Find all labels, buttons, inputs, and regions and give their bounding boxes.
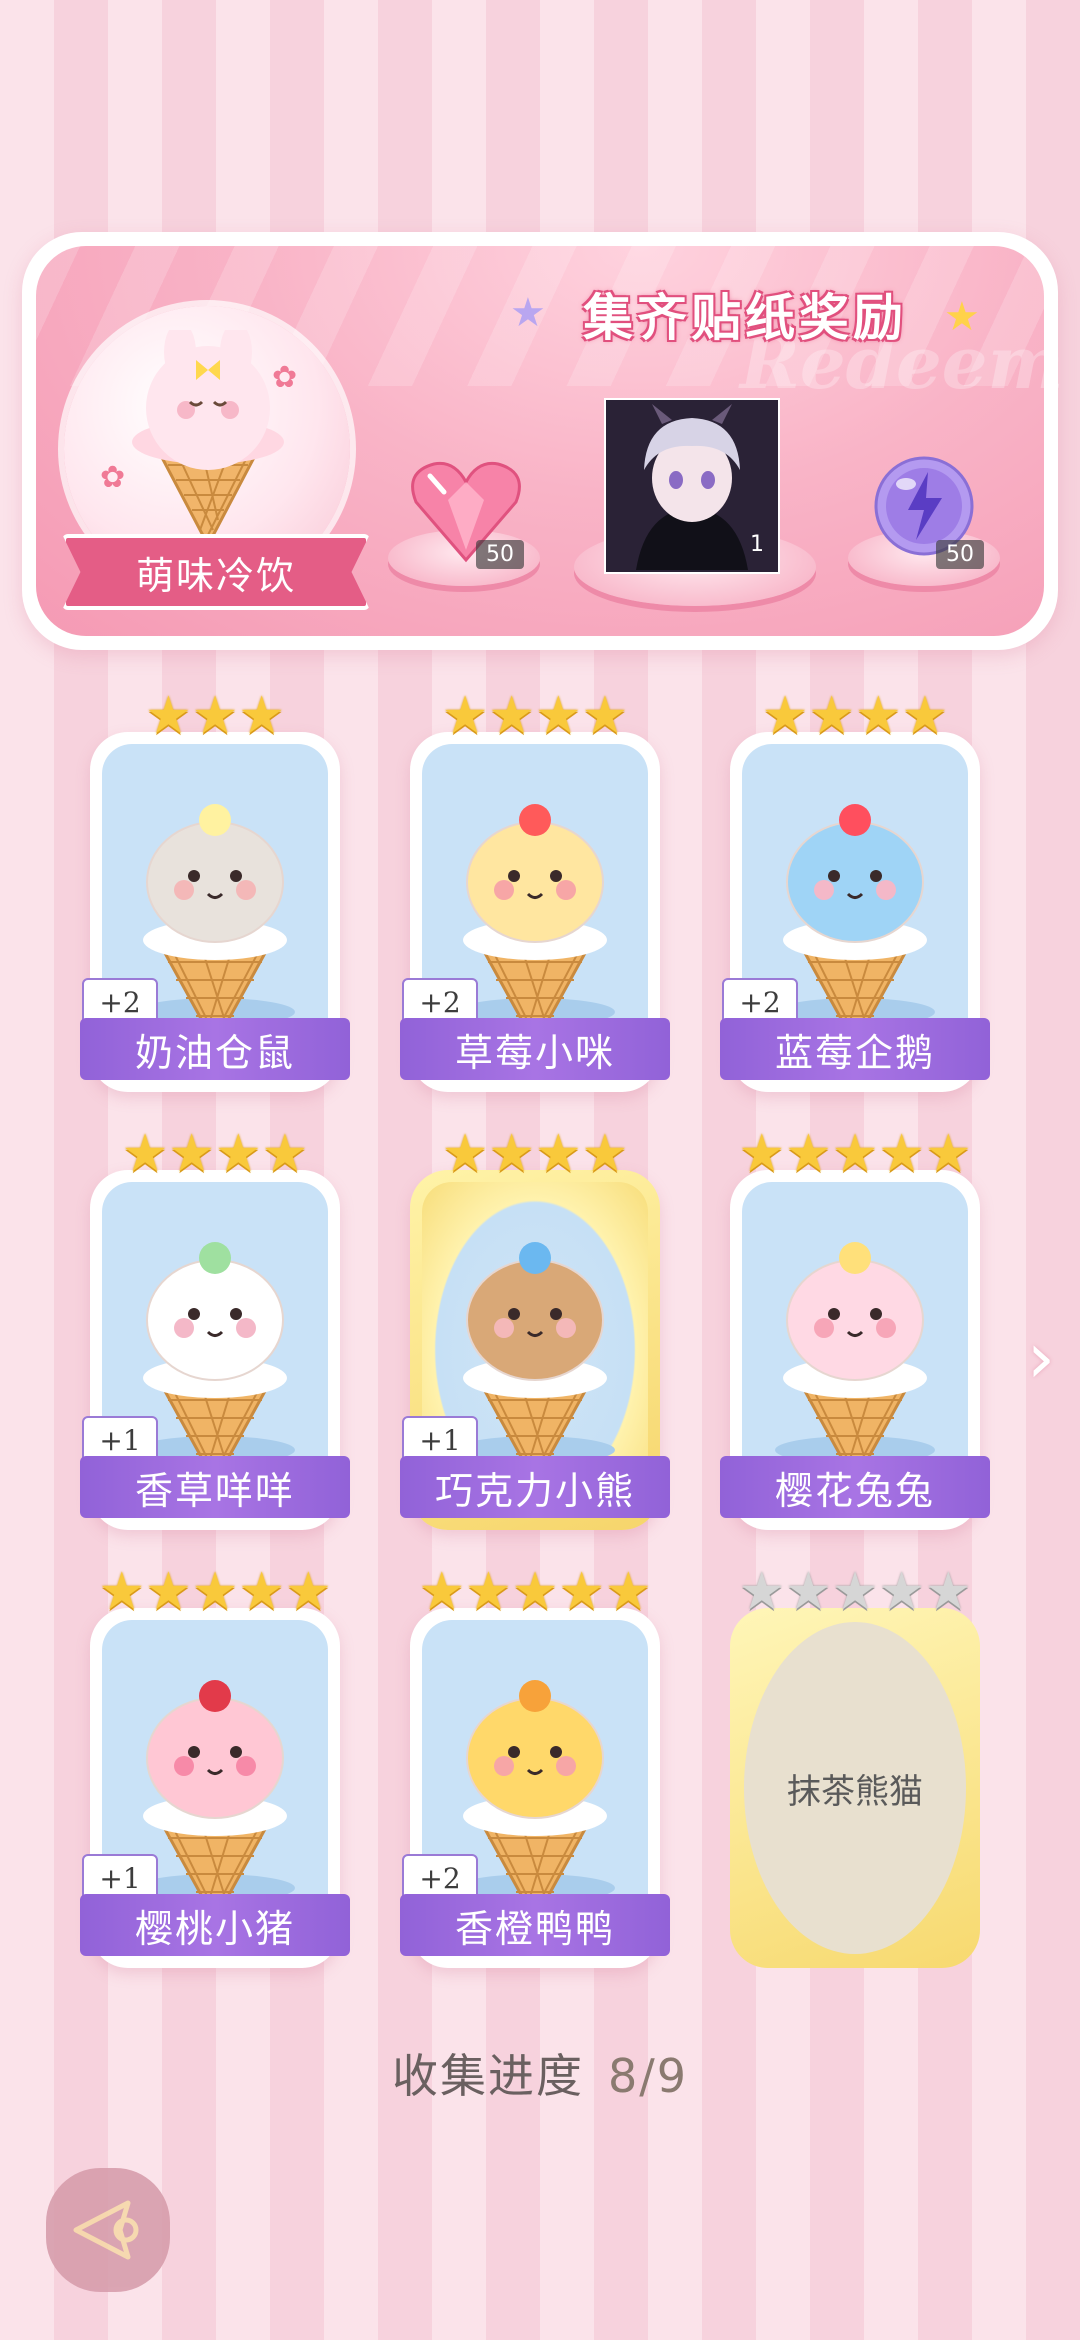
locked-slot: 抹茶熊猫 [744, 1622, 966, 1954]
card-name-bar: 草莓小咪 [400, 1018, 670, 1080]
card-stars: ★ ★ ★ ★ ★ [418, 1566, 651, 1618]
reward-count: 1 [750, 532, 764, 557]
star-icon: ★ [441, 686, 489, 746]
card-stars: ★ ★ ★ ★ ★ [738, 1128, 971, 1180]
card-name-bar: 蓝莓企鹅 [720, 1018, 990, 1080]
star-icon: ★ [284, 1562, 332, 1622]
card-stars: ★ ★ ★ ★ [442, 690, 629, 742]
card-name-bar: 巧克力小熊 [400, 1456, 670, 1518]
card-stars: ★ ★ ★ ★ ★ [738, 1566, 971, 1618]
card-stars: ★ ★ ★ [145, 690, 285, 742]
star-icon: ★ [604, 1562, 652, 1622]
star-icon: ★ [168, 1124, 215, 1184]
star-icon: ★ [238, 686, 285, 746]
progress-value: 8/9 [607, 2049, 689, 2103]
star-icon: ★ [831, 1562, 879, 1622]
card-name-bar: 香橙鸭鸭 [400, 1894, 670, 1956]
sticker-card[interactable]: ★ ★ ★ ★ +1 香草咩咩 [80, 1128, 350, 1530]
star-icon: ★ [418, 1562, 466, 1622]
bunny-icecream-icon [132, 330, 284, 549]
star-icon: ★ [215, 1124, 262, 1184]
flower-icon: ✿ [272, 360, 298, 395]
star-icon: ★ [98, 1562, 146, 1622]
card-stars: ★ ★ ★ ★ ★ [98, 1566, 331, 1618]
progress-label: 收集进度 [391, 2049, 584, 2103]
star-icon: ★ [581, 1124, 629, 1184]
star-icon: ★ [878, 1124, 925, 1184]
star-icon: ★ [488, 1124, 535, 1184]
next-page-arrow[interactable]: › [1016, 1317, 1066, 1399]
star-icon: ★ [924, 1562, 972, 1622]
card-name: 香橙鸭鸭 [454, 1906, 615, 1951]
card-name: 抹茶熊猫 [787, 1771, 923, 1812]
sticker-card[interactable]: ★ ★ ★ ★ ★ 樱花兔兔 [720, 1128, 990, 1530]
card-name-bar: 香草咩咩 [80, 1456, 350, 1518]
sticker-card[interactable]: ★ ★ ★ ★ +1 巧克力小熊 [400, 1128, 670, 1530]
card-name: 樱桃小猪 [134, 1906, 295, 1951]
collection-progress: 收集进度 8/9 [0, 2040, 1080, 2106]
star-icon: ★ [855, 686, 902, 746]
star-icon: ★ [465, 1562, 512, 1622]
star-icon: ★ [535, 686, 582, 746]
back-arrow-icon [73, 2200, 139, 2260]
star-icon: ★ [511, 1562, 559, 1622]
sticker-card[interactable]: ★ ★ ★ ★ ★ +1 樱桃小猪 [80, 1566, 350, 1968]
card-stars: ★ ★ ★ ★ [762, 690, 949, 742]
star-icon: ★ [761, 686, 809, 746]
reward-title: 集齐贴纸奖励 [583, 289, 907, 347]
back-button[interactable] [46, 2168, 170, 2292]
star-icon: ★ [901, 686, 949, 746]
star-icon: ★ [924, 1124, 972, 1184]
card-stars: ★ ★ ★ ★ [122, 1128, 309, 1180]
card-name: 奶油仓鼠 [134, 1030, 295, 1075]
card-name: 草莓小咪 [454, 1030, 615, 1075]
flower-icon: ✿ [100, 460, 126, 495]
purple-star-icon: ★ [510, 290, 546, 336]
star-icon: ★ [191, 686, 239, 746]
yellow-star-icon: ★ [944, 294, 980, 340]
star-icon: ★ [808, 686, 855, 746]
card-name-bar: 樱桃小猪 [80, 1894, 350, 1956]
star-icon: ★ [738, 1124, 786, 1184]
star-icon: ★ [558, 1562, 605, 1622]
star-icon: ★ [145, 1562, 192, 1622]
card-name-bar: 奶油仓鼠 [80, 1018, 350, 1080]
sticker-card[interactable]: ★ ★ ★ ★ +2 草莓小咪 [400, 690, 670, 1092]
category-label: 萌味冷饮 [62, 534, 370, 610]
star-icon: ★ [488, 686, 535, 746]
star-icon: ★ [878, 1562, 925, 1622]
star-icon: ★ [535, 1124, 582, 1184]
card-name: 樱花兔兔 [774, 1468, 935, 1513]
star-icon: ★ [581, 686, 629, 746]
locked-sticker-card[interactable]: ★ ★ ★ ★ ★ 抹茶熊猫 [730, 1566, 980, 1968]
star-icon: ★ [785, 1562, 832, 1622]
star-icon: ★ [238, 1562, 285, 1622]
card-name: 香草咩咩 [134, 1468, 295, 1513]
star-icon: ★ [831, 1124, 879, 1184]
card-name: 巧克力小熊 [434, 1468, 635, 1513]
star-icon: ★ [441, 1124, 489, 1184]
reward-count: 50 [476, 540, 524, 569]
star-icon: ★ [261, 1124, 309, 1184]
star-icon: ★ [191, 1562, 239, 1622]
star-icon: ★ [121, 1124, 169, 1184]
star-icon: ★ [785, 1124, 832, 1184]
reward-count: 50 [936, 540, 984, 569]
sticker-card[interactable]: ★ ★ ★ ★ ★ +2 香橙鸭鸭 [400, 1566, 670, 1968]
card-name-bar: 樱花兔兔 [720, 1456, 990, 1518]
sticker-card[interactable]: ★ ★ ★ ★ +2 蓝莓企鹅 [720, 690, 990, 1092]
card-name: 蓝莓企鹅 [774, 1030, 935, 1075]
star-icon: ★ [145, 686, 192, 746]
star-icon: ★ [738, 1562, 786, 1622]
card-stars: ★ ★ ★ ★ [442, 1128, 629, 1180]
sticker-card[interactable]: ★ ★ ★ +2 奶油仓鼠 [80, 690, 350, 1092]
